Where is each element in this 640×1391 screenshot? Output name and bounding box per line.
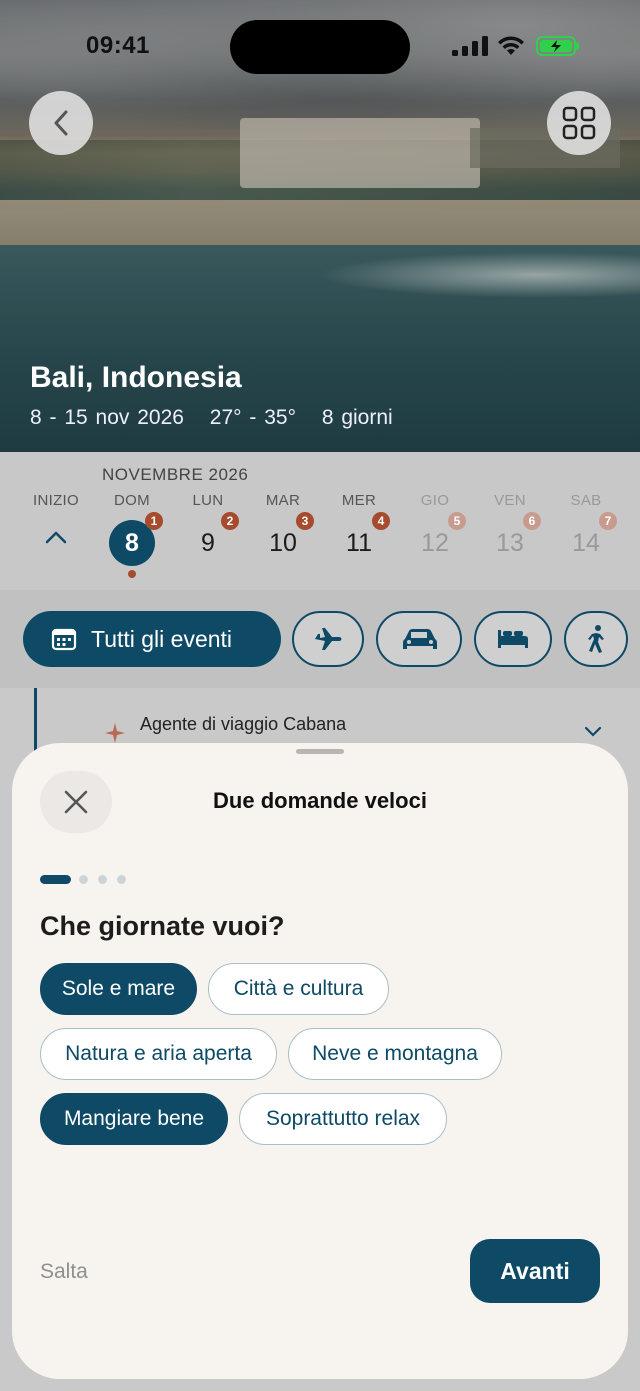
calendar-icon <box>51 628 77 651</box>
day-name: MAR <box>265 492 301 509</box>
day-mar-10[interactable]: MAR 10 3 <box>245 492 321 566</box>
option-mangiare-bene[interactable]: Mangiare bene <box>40 1093 228 1145</box>
day-number: 12 5 <box>412 512 466 566</box>
event-count-badge: 3 <box>296 512 314 530</box>
start-label: INIZIO <box>33 492 79 509</box>
accommodation-filter[interactable] <box>474 611 552 667</box>
event-filters: Tutti gli eventi <box>0 590 640 688</box>
walking-icon <box>588 625 604 653</box>
status-icons <box>452 34 582 60</box>
dynamic-island <box>230 20 410 74</box>
event-count-badge: 7 <box>599 512 617 530</box>
wifi-icon <box>498 36 524 55</box>
option-sole-e-mare[interactable]: Sole e mare <box>40 963 197 1015</box>
chevron-up-icon <box>45 531 67 544</box>
transport-filter[interactable] <box>376 611 462 667</box>
step-dot <box>98 875 107 884</box>
agent-item-title[interactable]: Agente di viaggio Cabana <box>140 714 346 735</box>
day-name: DOM <box>114 492 150 509</box>
day-number: 13 6 <box>487 512 541 566</box>
step-active <box>40 875 71 884</box>
trip-temperature: 27° - 35° <box>209 406 296 429</box>
option-natura-e-aria-aperta[interactable]: Natura e aria aperta <box>40 1028 277 1080</box>
event-count-badge: 1 <box>145 512 163 530</box>
event-count-badge: 6 <box>523 512 541 530</box>
plane-icon <box>315 628 342 650</box>
trip-summary: 8 - 15 nov 2026 27° - 35° 8 giorni <box>30 406 411 430</box>
day-name: LUN <box>192 492 224 509</box>
sparkle-icon <box>105 723 125 743</box>
day-number: 81 <box>109 512 163 566</box>
event-count-badge: 2 <box>221 512 239 530</box>
status-time: 09:41 <box>86 32 150 59</box>
all-events-label: Tutti gli eventi <box>91 625 233 652</box>
next-button[interactable]: Avanti <box>470 1239 600 1303</box>
step-dot <box>117 875 126 884</box>
skip-button[interactable]: Salta <box>40 1260 88 1284</box>
trip-dates: 8 - 15 nov 2026 <box>30 406 184 429</box>
chevron-left-icon <box>54 110 68 136</box>
option-citta-e-cultura[interactable]: Città e cultura <box>208 963 389 1015</box>
start-day-button[interactable]: INIZIO <box>18 492 94 549</box>
day-name: MER <box>341 492 377 509</box>
all-events-filter[interactable]: Tutti gli eventi <box>23 611 281 667</box>
bed-icon <box>498 630 528 648</box>
signal-icon <box>452 36 488 56</box>
step-indicator <box>40 875 140 885</box>
trip-duration: 8 giorni <box>321 406 393 429</box>
option-neve-e-montagna[interactable]: Neve e montagna <box>288 1028 502 1080</box>
day-number: 14 7 <box>563 512 617 566</box>
day-gio-12[interactable]: GIO 12 5 <box>397 492 473 566</box>
question-text: Che giornate vuoi? <box>40 911 285 941</box>
battery-icon <box>536 36 579 56</box>
day-number: 10 3 <box>260 512 314 566</box>
flights-filter[interactable] <box>292 611 364 667</box>
day-lun-9[interactable]: LUN 92 <box>170 492 246 566</box>
status-bar: 09:41 <box>0 0 640 96</box>
chevron-down-icon[interactable] <box>584 726 602 738</box>
grid-icon <box>562 106 596 140</box>
month-label: NOVEMBRE 2026 <box>102 465 249 484</box>
activities-filter[interactable] <box>564 611 628 667</box>
step-dot <box>79 875 88 884</box>
back-button[interactable] <box>29 91 93 155</box>
hero-image: 09:41 Bali, Indonesia 8 - 15 nov 2026 27… <box>0 0 640 452</box>
day-ven-13[interactable]: VEN 13 6 <box>472 492 548 566</box>
day-dom-8[interactable]: DOM 81 <box>94 492 170 578</box>
sheet-title: Due domande veloci <box>213 788 427 813</box>
event-count-badge: 4 <box>372 512 390 530</box>
day-name: VEN <box>494 492 526 509</box>
destination-title: Bali, Indonesia <box>30 361 242 394</box>
option-soprattutto-relax[interactable]: Soprattutto relax <box>239 1093 447 1145</box>
day-number: 92 <box>185 512 239 566</box>
selected-day-dot <box>128 570 136 578</box>
questions-sheet: Due domande veloci Che giornate vuoi? So… <box>12 743 628 1379</box>
grid-view-button[interactable] <box>547 91 611 155</box>
day-selector: NOVEMBRE 2026 INIZIO DOM 81 LUN 92 MAR 1… <box>0 452 640 590</box>
day-number: 11 4 <box>336 512 390 566</box>
day-mer-11[interactable]: MER 11 4 <box>321 492 397 566</box>
day-sab-14[interactable]: SAB 14 7 <box>548 492 624 566</box>
car-icon <box>403 629 437 649</box>
day-name: GIO <box>420 492 450 509</box>
day-name: SAB <box>570 492 602 509</box>
sheet-handle[interactable] <box>296 749 344 754</box>
event-count-badge: 5 <box>448 512 466 530</box>
